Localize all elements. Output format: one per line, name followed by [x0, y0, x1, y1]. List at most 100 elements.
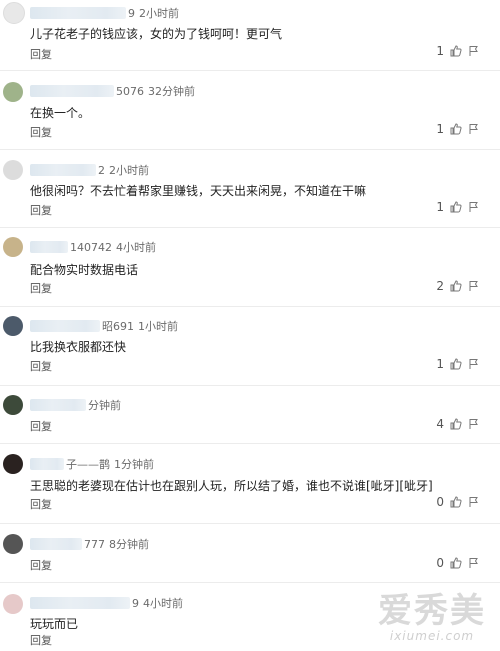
avatar[interactable]	[3, 594, 23, 614]
comment-text: 王思聪的老婆现在估计也在跟别人玩，所以结了婚，谁也不说谁[呲牙][呲牙]	[30, 479, 433, 493]
comment-text: 比我换衣服都还快	[30, 340, 127, 354]
report-icon[interactable]	[468, 45, 480, 57]
thumbs-up-icon[interactable]	[450, 45, 462, 57]
avatar[interactable]	[3, 82, 23, 102]
report-icon[interactable]	[468, 496, 480, 508]
divider	[0, 582, 500, 583]
username-tail[interactable]: 9	[128, 7, 135, 20]
username-blur[interactable]	[30, 597, 130, 609]
reply-button[interactable]: 回复	[30, 632, 52, 648]
like-count: 4	[436, 417, 444, 431]
comment-meta: 分钟前	[30, 398, 125, 412]
like-area: 1	[436, 44, 480, 58]
reply-button[interactable]: 回复	[30, 557, 52, 573]
comment-time: 1分钟前	[114, 458, 154, 471]
thumbs-up-icon[interactable]	[450, 201, 462, 213]
comment-time: 8分钟前	[109, 538, 149, 551]
like-area: 2	[436, 279, 480, 293]
watermark-logo: 爱秀美	[378, 591, 486, 631]
report-icon[interactable]	[468, 123, 480, 135]
comment-text: 儿子花老子的钱应该，女的为了钱呵呵！更可气	[30, 27, 283, 41]
comment-meta: 昭691 1小时前	[30, 319, 178, 333]
reply-button[interactable]: 回复	[30, 280, 52, 296]
avatar[interactable]	[3, 2, 25, 24]
divider	[0, 70, 500, 71]
report-icon[interactable]	[468, 201, 480, 213]
comment-meta: 5076 32分钟前	[30, 84, 195, 98]
comment-time: 4小时前	[116, 241, 156, 254]
watermark-url: ixiumei.com	[389, 629, 475, 643]
comment-meta: 9 2小时前	[30, 6, 179, 20]
username-tail[interactable]: 9	[132, 597, 139, 610]
comment-meta: 子——鹊 1分钟前	[30, 457, 154, 471]
avatar[interactable]	[3, 160, 23, 180]
comment-time: 2小时前	[109, 164, 149, 177]
like-area: 1	[436, 200, 480, 214]
avatar[interactable]	[3, 237, 23, 257]
comment-text: 在换一个。	[30, 106, 91, 120]
username-tail[interactable]: 140742	[70, 241, 112, 254]
username-tail[interactable]: 777	[84, 538, 105, 551]
avatar[interactable]	[3, 454, 23, 474]
thumbs-up-icon[interactable]	[450, 358, 462, 370]
thumbs-up-icon[interactable]	[450, 418, 462, 430]
comment-text: 他很闲吗？不去忙着帮家里赚钱，天天出来闲晃，不知道在干嘛	[30, 184, 367, 198]
report-icon[interactable]	[468, 418, 480, 430]
avatar[interactable]	[3, 534, 23, 554]
username-blur[interactable]	[30, 458, 64, 470]
divider	[0, 385, 500, 386]
thumbs-up-icon[interactable]	[450, 280, 462, 292]
reply-button[interactable]: 回复	[30, 202, 52, 218]
like-area: 1	[436, 357, 480, 371]
like-count: 1	[436, 122, 444, 136]
comment-meta: 9 4小时前	[30, 596, 183, 610]
divider	[0, 227, 500, 228]
like-count: 0	[436, 556, 444, 570]
reply-button[interactable]: 回复	[30, 496, 52, 512]
username-tail[interactable]: 分钟前	[88, 397, 121, 413]
reply-button[interactable]: 回复	[30, 124, 52, 140]
like-count: 1	[436, 200, 444, 214]
avatar[interactable]	[3, 316, 23, 336]
comment-meta: 140742 4小时前	[30, 240, 156, 254]
reply-button[interactable]: 回复	[30, 358, 52, 374]
username-blur[interactable]	[30, 7, 126, 19]
comment-time: 2小时前	[139, 7, 179, 20]
site-watermark: 爱秀美 ixiumei.com	[378, 593, 486, 643]
thumbs-up-icon[interactable]	[450, 496, 462, 508]
username-blur[interactable]	[30, 399, 86, 411]
divider	[0, 306, 500, 307]
like-count: 1	[436, 44, 444, 58]
username-blur[interactable]	[30, 164, 96, 176]
username-blur[interactable]	[30, 85, 114, 97]
username-tail[interactable]: 5076	[116, 85, 144, 98]
username-blur[interactable]	[30, 320, 100, 332]
like-count: 0	[436, 495, 444, 509]
comment-text: 配合物实时数据电话	[30, 263, 139, 277]
username-tail[interactable]: 2	[98, 164, 105, 177]
like-count: 2	[436, 279, 444, 293]
avatar[interactable]	[3, 395, 23, 415]
report-icon[interactable]	[468, 557, 480, 569]
thumbs-up-icon[interactable]	[450, 123, 462, 135]
reply-button[interactable]: 回复	[30, 418, 52, 434]
report-icon[interactable]	[468, 358, 480, 370]
thumbs-up-icon[interactable]	[450, 557, 462, 569]
comment-meta: 2 2小时前	[30, 163, 149, 177]
divider	[0, 443, 500, 444]
username-blur[interactable]	[30, 241, 68, 253]
username-tail[interactable]: 子——鹊	[66, 456, 110, 472]
like-count: 1	[436, 357, 444, 371]
reply-button[interactable]: 回复	[30, 46, 52, 62]
comment-meta: 777 8分钟前	[30, 537, 149, 551]
like-area: 0	[436, 495, 480, 509]
username-blur[interactable]	[30, 538, 82, 550]
divider	[0, 149, 500, 150]
report-icon[interactable]	[468, 280, 480, 292]
comment-time: 32分钟前	[148, 85, 195, 98]
username-tail[interactable]: 昭691	[102, 318, 134, 334]
like-area: 4	[436, 417, 480, 431]
divider	[0, 523, 500, 524]
comment-time: 4小时前	[143, 597, 183, 610]
like-area: 0	[436, 556, 480, 570]
